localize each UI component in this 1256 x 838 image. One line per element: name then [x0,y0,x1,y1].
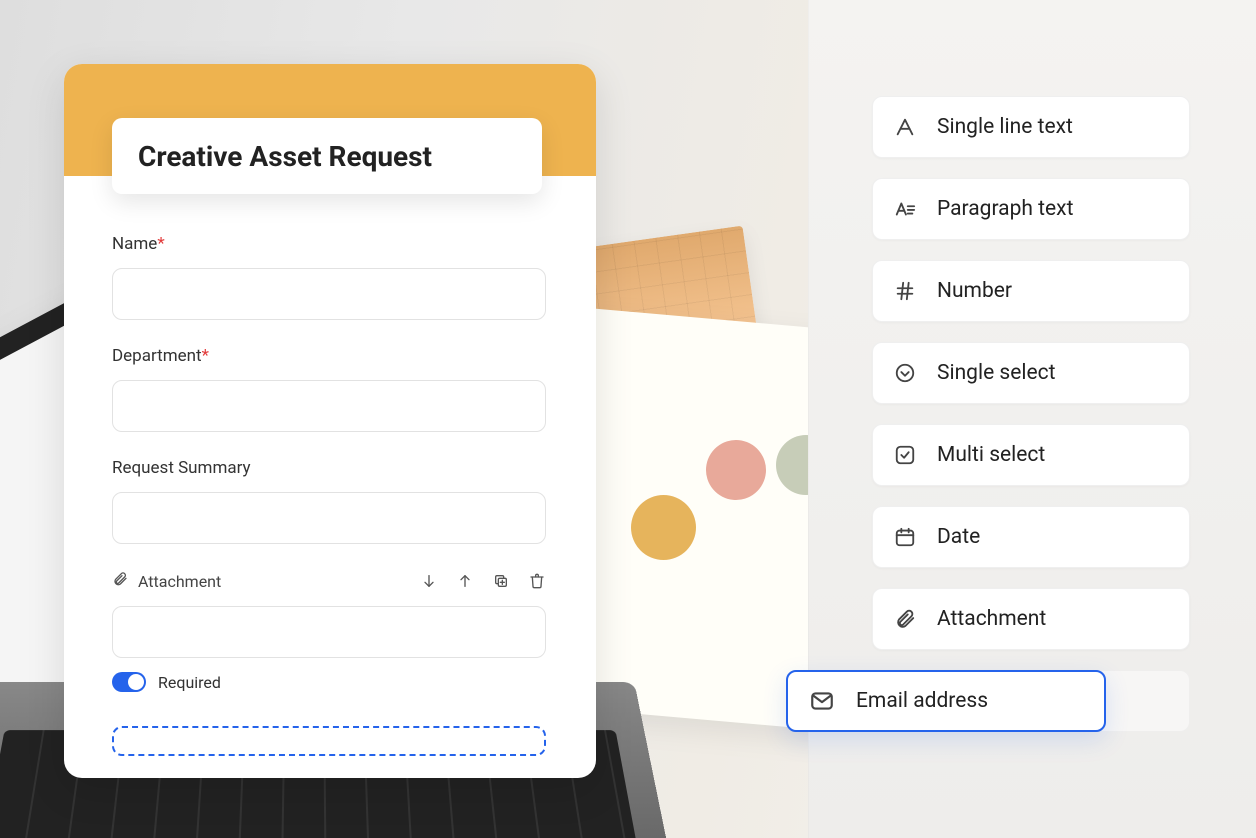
text-icon [893,115,917,139]
field-actions [420,572,546,590]
field-type-single-line-text[interactable]: Single line text [872,96,1190,158]
form-field[interactable]: Department* [112,346,546,432]
field-type-palette: Single line text Paragraph text Number S… [872,96,1190,732]
paperclip-icon [112,570,128,592]
attachment-label: Attachment [138,572,221,591]
field-label-text: Department [112,346,202,366]
field-type-attachment[interactable]: Attachment [872,588,1190,650]
attachment-field-editor[interactable]: Attachment [112,570,546,756]
request-summary-input[interactable] [112,492,546,544]
field-type-label: Paragraph text [937,197,1073,221]
single-select-icon [893,361,917,385]
field-label: Department* [112,346,546,366]
move-down-button[interactable] [420,572,438,590]
number-icon [893,279,917,303]
delete-button[interactable] [528,572,546,590]
field-type-label: Attachment [937,607,1046,631]
name-input[interactable] [112,268,546,320]
department-input[interactable] [112,380,546,432]
field-label-text: Request Summary [112,458,251,478]
field-type-label: Multi select [937,443,1045,467]
required-toggle[interactable] [112,672,146,692]
field-type-number[interactable]: Number [872,260,1190,322]
move-up-button[interactable] [456,572,474,590]
field-type-label: Single line text [937,115,1073,139]
attachment-input[interactable] [112,606,546,658]
field-label-text: Name [112,234,157,254]
field-type-multi-select[interactable]: Multi select [872,424,1190,486]
field-type-label: Date [937,525,980,549]
email-icon [808,687,836,715]
attachment-header: Attachment [112,570,546,592]
duplicate-button[interactable] [492,572,510,590]
multi-select-icon [893,443,917,467]
field-label: Name* [112,234,546,254]
required-toggle-label: Required [158,673,221,692]
form-title-text: Creative Asset Request [138,140,432,173]
form-field[interactable]: Request Summary [112,458,546,544]
field-type-label: Number [937,279,1012,303]
form-body: Name* Department* Request Summary [112,234,546,778]
required-star: * [202,346,209,366]
bg-swatch-circle [631,495,696,560]
field-drop-zone[interactable] [112,726,546,756]
form-field[interactable]: Name* [112,234,546,320]
field-type-email-dragging[interactable]: Email address [786,670,1106,732]
date-icon [893,525,917,549]
paragraph-icon [893,197,917,221]
field-type-date[interactable]: Date [872,506,1190,568]
field-type-label: Single select [937,361,1056,385]
attachment-icon [893,607,917,631]
field-label: Request Summary [112,458,546,478]
field-type-paragraph-text[interactable]: Paragraph text [872,178,1190,240]
form-title-input[interactable]: Creative Asset Request [112,118,542,194]
form-builder-card: Creative Asset Request Name* Department*… [64,64,596,778]
field-type-single-select[interactable]: Single select [872,342,1190,404]
required-star: * [157,234,164,254]
field-type-label: Email address [856,689,988,713]
